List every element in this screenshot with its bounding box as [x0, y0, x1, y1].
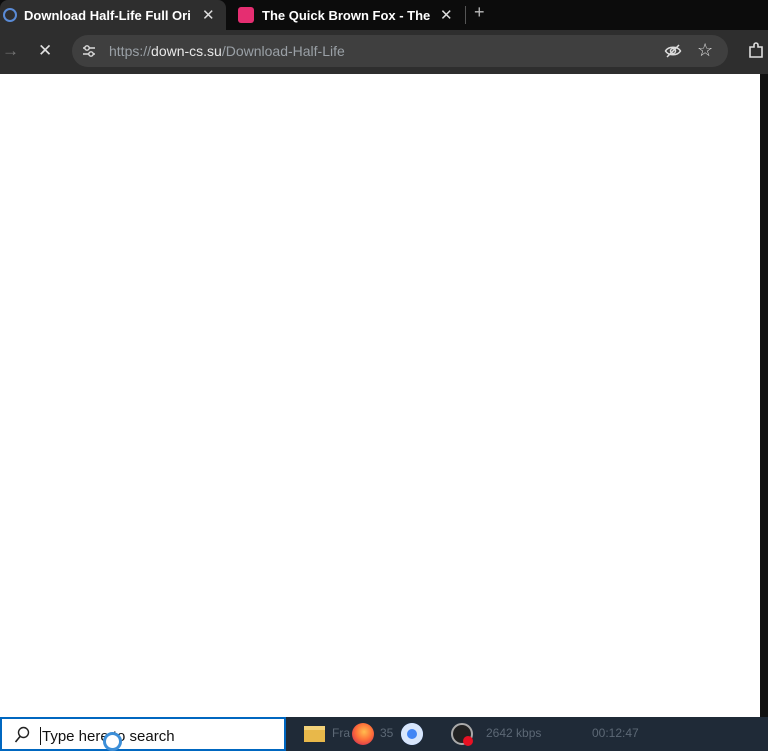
bookmark-star-icon[interactable]: ☆	[697, 40, 713, 61]
new-tab-button[interactable]: +	[474, 2, 485, 23]
site-favicon-icon	[3, 8, 17, 22]
tab-title: The Quick Brown Fox - The Big	[262, 7, 430, 23]
search-icon	[14, 726, 30, 743]
tab-title: Download Half-Life Full Origin	[24, 7, 190, 23]
blank-overlay-panel	[0, 74, 760, 717]
chrome-icon[interactable]	[401, 723, 423, 745]
url-text[interactable]: https://down-cs.su/Download-Half-Life	[109, 43, 345, 59]
page-viewport: n th si to he pa a s y V ir s e w	[0, 74, 768, 717]
eye-slash-icon[interactable]	[664, 42, 682, 60]
firefox-icon[interactable]	[352, 723, 374, 745]
site-settings-icon[interactable]	[81, 43, 97, 59]
tab-strip: Download Half-Life Full Origin ✕ The Qui…	[0, 0, 768, 30]
close-tab-icon[interactable]: ✕	[440, 6, 453, 24]
file-explorer-icon[interactable]	[304, 726, 325, 742]
taskbar-label: 00:12:47	[592, 726, 639, 740]
url-scheme: https://	[109, 43, 152, 59]
cortana-icon	[103, 732, 122, 751]
url-domain: down-cs.su	[151, 43, 222, 59]
text-cursor	[40, 727, 41, 745]
close-tab-icon[interactable]: ✕	[202, 6, 215, 24]
taskbar-label: 2642 kbps	[486, 726, 542, 740]
address-bar[interactable]: https://down-cs.su/Download-Half-Life ☆	[72, 35, 728, 67]
browser-toolbar: → ✕ https://down-cs.su/Download-Half-Lif…	[0, 30, 768, 74]
forward-icon[interactable]: →	[2, 41, 19, 61]
tab-separator	[465, 6, 466, 24]
tab-download-half-life[interactable]: Download Half-Life Full Origin ✕	[0, 0, 226, 30]
scrollbar[interactable]	[760, 74, 768, 717]
stop-loading-icon[interactable]: ✕	[38, 41, 52, 61]
taskbar-search-box[interactable]: Type here to search	[0, 717, 286, 751]
goodreads-favicon-icon	[238, 7, 254, 23]
recording-indicator-icon	[463, 736, 473, 746]
tab-quick-brown-fox[interactable]: The Quick Brown Fox - The Big ✕	[232, 0, 462, 30]
taskbar-label: 35	[380, 726, 394, 740]
taskbar-label: Fra	[332, 726, 350, 740]
extensions-icon[interactable]	[747, 42, 765, 60]
windows-taskbar: Type here to search Fra 35 2642 kbps 00:…	[0, 717, 768, 751]
url-path: /Download-Half-Life	[221, 43, 345, 59]
